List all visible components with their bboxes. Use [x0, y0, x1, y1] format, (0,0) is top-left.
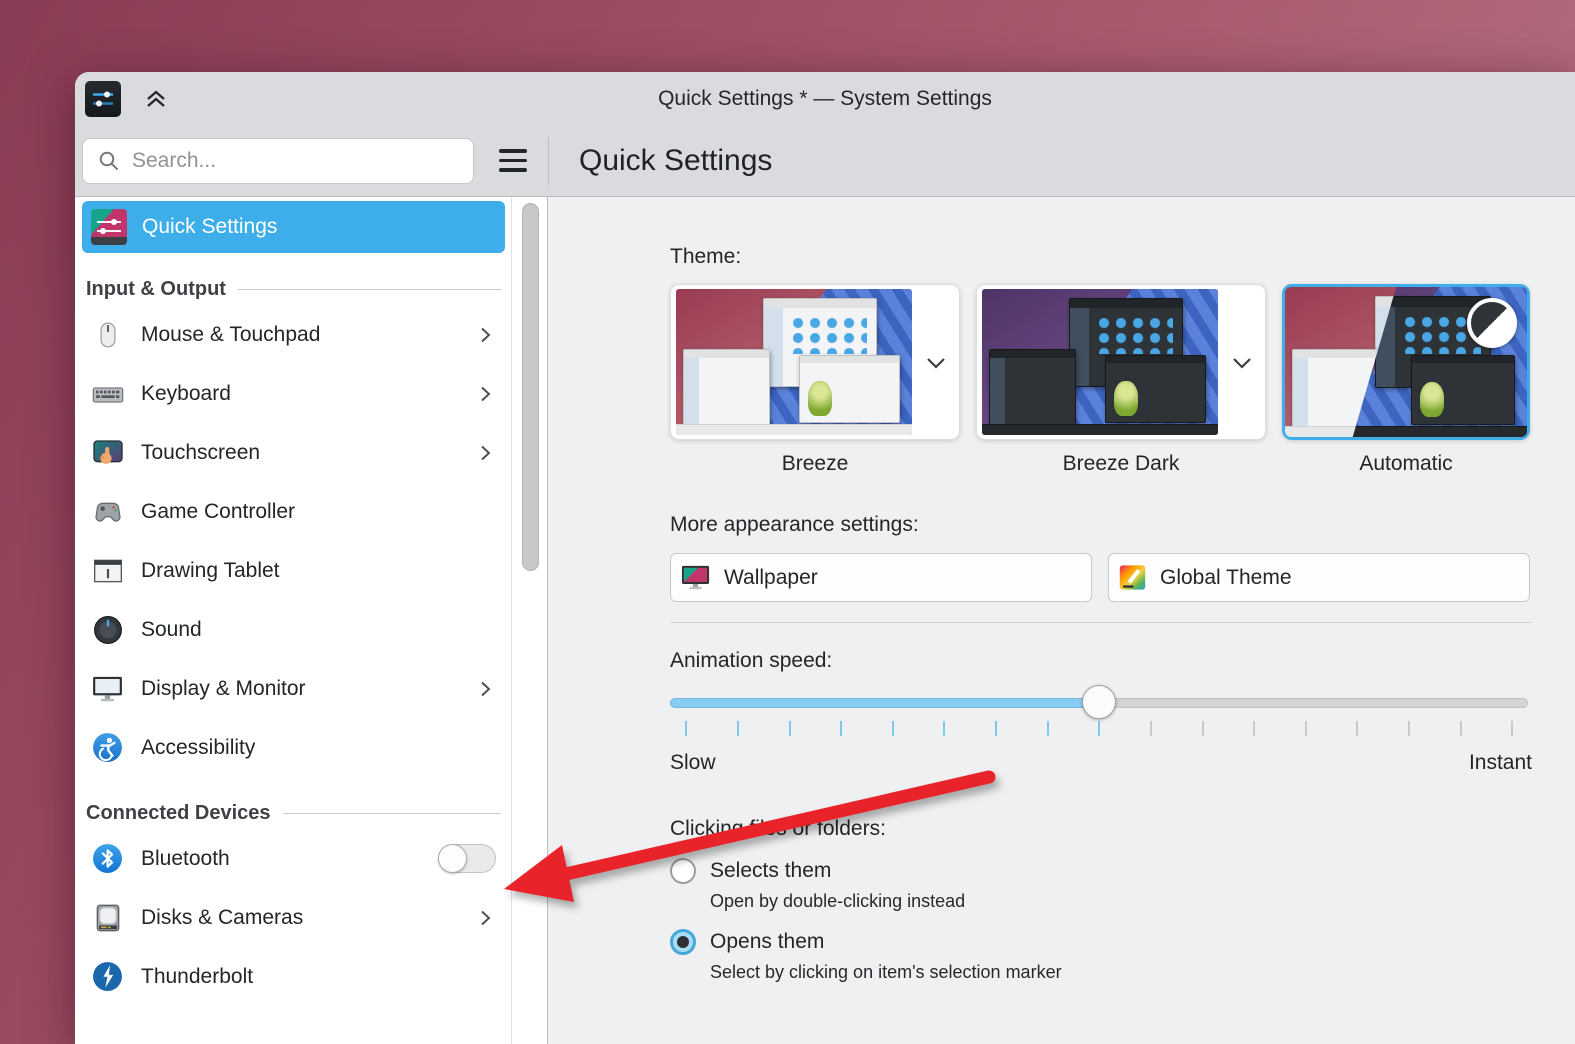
slider-fill	[670, 698, 1099, 708]
drawing-tablet-icon	[91, 554, 124, 587]
theme-name: Breeze Dark	[1063, 452, 1180, 476]
game-controller-icon	[91, 495, 124, 528]
sidebar-item-display-monitor[interactable]: Display & Monitor	[82, 659, 505, 718]
section-divider	[670, 622, 1532, 623]
accessibility-icon	[91, 731, 124, 764]
toggle-knob	[438, 844, 467, 873]
sidebar-item-label: Quick Settings	[142, 215, 277, 239]
thunderbolt-icon	[91, 960, 124, 993]
slider-max-label: Instant	[1469, 751, 1532, 775]
chevron-right-icon	[474, 907, 496, 929]
header-toolbar: Search... Quick Settings	[75, 125, 1575, 197]
global-theme-button[interactable]: Global Theme	[1108, 553, 1530, 602]
collapse-up-icon[interactable]	[141, 84, 171, 114]
theme-card-breeze-dark[interactable]	[976, 284, 1266, 440]
slider-handle[interactable]	[1082, 685, 1116, 719]
sidebar-section-input-output: Input & Output	[86, 278, 501, 301]
radio-button[interactable]	[670, 929, 696, 955]
sidebar: Quick Settings Input & Output Mouse & To…	[75, 197, 512, 1044]
radio-selects-them[interactable]: Selects them	[670, 858, 1575, 884]
quick-settings-icon	[91, 209, 127, 245]
touchscreen-icon	[91, 436, 124, 469]
animation-speed-label: Animation speed:	[670, 649, 1575, 673]
clicking-label: Clicking files or folders:	[670, 817, 1575, 841]
sidebar-item-accessibility[interactable]: Accessibility	[82, 718, 505, 777]
auto-theme-contrast-icon	[1467, 298, 1517, 348]
theme-name: Breeze	[782, 452, 849, 476]
theme-name: Automatic	[1359, 452, 1452, 476]
theme-label: Theme:	[670, 245, 1575, 269]
display-icon	[91, 672, 124, 705]
radio-description: Select by clicking on item's selection m…	[710, 962, 1575, 983]
chevron-right-icon	[474, 678, 496, 700]
theme-preview-breeze	[676, 289, 912, 435]
sidebar-item-keyboard[interactable]: Keyboard	[82, 364, 505, 423]
main-content: Theme: Br	[548, 197, 1575, 1044]
chevron-right-icon	[474, 383, 496, 405]
theme-options: Breeze	[670, 284, 1575, 476]
sidebar-item-mouse-touchpad[interactable]: Mouse & Touchpad	[82, 305, 505, 364]
bluetooth-icon	[91, 842, 124, 875]
theme-preview-automatic	[1285, 287, 1527, 437]
theme-card-automatic[interactable]	[1282, 284, 1530, 440]
sidebar-scrollbar[interactable]	[522, 203, 539, 571]
page-title: Quick Settings	[579, 144, 772, 178]
sidebar-item-quick-settings[interactable]: Quick Settings	[82, 201, 505, 253]
theme-card-breeze[interactable]	[670, 284, 960, 440]
radio-description: Open by double-clicking instead	[710, 891, 1575, 912]
disks-icon	[91, 901, 124, 934]
radio-button[interactable]	[670, 858, 696, 884]
sidebar-item-game-controller[interactable]: Game Controller	[82, 482, 505, 541]
wallpaper-icon	[680, 562, 711, 593]
search-placeholder: Search...	[132, 149, 216, 173]
search-input[interactable]: Search...	[82, 138, 474, 184]
search-icon	[97, 149, 121, 173]
animation-speed-slider[interactable]	[670, 685, 1528, 721]
wallpaper-button[interactable]: Wallpaper	[670, 553, 1092, 602]
slider-ticks	[670, 721, 1528, 738]
mouse-icon	[91, 318, 124, 351]
chevron-down-icon[interactable]	[1218, 348, 1265, 376]
system-settings-window: Quick Settings * — System Settings Searc…	[75, 72, 1575, 1044]
global-theme-icon	[1118, 563, 1147, 592]
keyboard-icon	[91, 377, 124, 410]
sidebar-item-drawing-tablet[interactable]: Drawing Tablet	[82, 541, 505, 600]
sidebar-item-bluetooth[interactable]: Bluetooth	[82, 829, 505, 888]
sound-icon	[91, 613, 124, 646]
theme-preview-breeze-dark	[982, 289, 1218, 435]
sidebar-scroll-lane	[512, 197, 548, 1044]
radio-opens-them[interactable]: Opens them	[670, 929, 1575, 955]
header-divider	[548, 137, 549, 185]
sidebar-item-disks-cameras[interactable]: Disks & Cameras	[82, 888, 505, 947]
window-title: Quick Settings * — System Settings	[75, 87, 1575, 111]
more-appearance-label: More appearance settings:	[670, 513, 1575, 537]
menu-button[interactable]	[484, 141, 542, 180]
chevron-right-icon	[474, 442, 496, 464]
chevron-down-icon[interactable]	[912, 348, 959, 376]
slider-min-label: Slow	[670, 751, 716, 775]
sidebar-section-connected-devices: Connected Devices	[86, 802, 501, 825]
titlebar: Quick Settings * — System Settings	[75, 72, 1575, 125]
chevron-right-icon	[474, 324, 496, 346]
sidebar-item-sound[interactable]: Sound	[82, 600, 505, 659]
sidebar-item-thunderbolt[interactable]: Thunderbolt	[82, 947, 505, 1006]
bluetooth-toggle[interactable]	[438, 844, 496, 873]
sidebar-item-touchscreen[interactable]: Touchscreen	[82, 423, 505, 482]
system-settings-app-icon	[85, 81, 121, 117]
